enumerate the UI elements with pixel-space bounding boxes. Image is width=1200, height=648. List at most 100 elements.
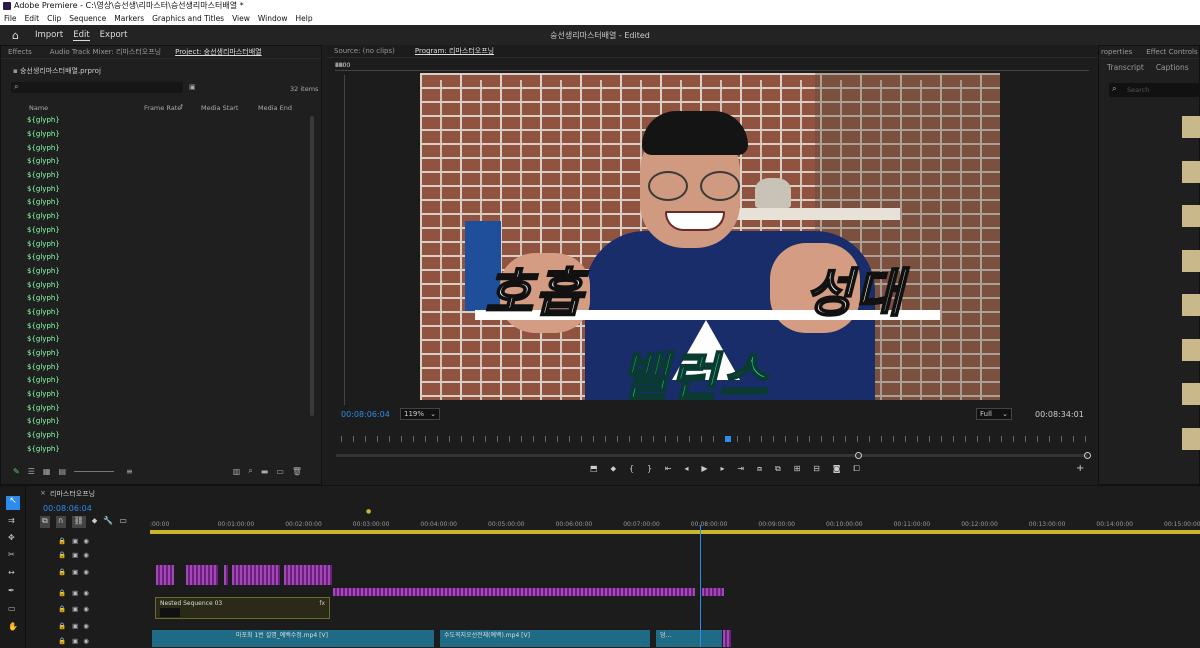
- eye-icon[interactable]: ◉: [83, 551, 89, 559]
- v5-clip[interactable]: [156, 565, 174, 585]
- project-item-row[interactable]: ${glyph}: [8, 169, 308, 183]
- track-select-icon[interactable]: ⇉: [8, 516, 15, 525]
- find-icon[interactable]: ⌕: [248, 466, 252, 476]
- scroll-handle-right[interactable]: [1084, 452, 1091, 459]
- list-view-icon[interactable]: ☰: [28, 467, 35, 476]
- sync-lock-icon[interactable]: ▣: [72, 551, 78, 559]
- marker-icon[interactable]: ●: [366, 508, 371, 515]
- menu-sequence[interactable]: Sequence: [69, 12, 106, 25]
- track-header-v1[interactable]: 🔒 ▣ ◉: [40, 634, 150, 647]
- new-bin-footer-icon[interactable]: ▬: [261, 467, 269, 476]
- caption-entry[interactable]: [1110, 383, 1200, 419]
- pen-icon[interactable]: ✒: [8, 586, 15, 595]
- go-to-in-icon[interactable]: ⇤: [665, 464, 672, 474]
- label-color-swatch[interactable]: [15, 377, 22, 384]
- v5-clip[interactable]: [186, 565, 218, 585]
- timeline-tab[interactable]: 리마스터오프닝: [50, 489, 95, 499]
- track-header-c2[interactable]: 🔒 ▣ ◉: [40, 534, 150, 547]
- project-item-row[interactable]: ${glyph}: [8, 237, 308, 251]
- track-header-v4[interactable]: 🔒 ▣ ◉: [40, 586, 150, 599]
- label-color-swatch[interactable]: [15, 364, 22, 371]
- v4-clip[interactable]: [702, 588, 724, 596]
- step-forward-icon[interactable]: ▸: [720, 464, 724, 474]
- project-item-row[interactable]: ${glyph}: [8, 415, 308, 429]
- v1-clip-1[interactable]: 마포최 1번 설명_예백수정.mp4 [V]: [152, 630, 434, 647]
- captions-icon[interactable]: ▭: [119, 516, 127, 528]
- overwrite-icon[interactable]: ⧉: [775, 464, 781, 474]
- label-color-swatch[interactable]: [15, 418, 22, 425]
- tab-project[interactable]: Project: 숭선생리마스터배열: [175, 47, 262, 57]
- project-item-row[interactable]: ${glyph}: [8, 360, 308, 374]
- mini-playhead[interactable]: [725, 436, 731, 442]
- project-item-row[interactable]: ${glyph}: [8, 265, 308, 279]
- zoom-slider[interactable]: [74, 470, 114, 472]
- program-video-frame[interactable]: 호흡 성대 밸런스: [420, 73, 1000, 400]
- sort-icon[interactable]: ≡: [126, 467, 133, 476]
- new-bin-icon[interactable]: ▣: [189, 83, 196, 91]
- v4-clip-strip[interactable]: [333, 588, 695, 596]
- step-back-icon[interactable]: ◂: [685, 464, 689, 474]
- automate-icon[interactable]: ▥: [233, 467, 241, 476]
- caption-entry[interactable]: [1110, 160, 1200, 197]
- linked-selection-icon[interactable]: ⛓: [71, 516, 86, 528]
- v1-clip-2[interactable]: 수도꼭지오선전체(예백).mp4 [V]: [440, 630, 650, 647]
- sync-lock-icon[interactable]: ▣: [72, 589, 78, 597]
- caption-entry[interactable]: [1110, 338, 1200, 375]
- ripple-edit-icon[interactable]: ✥: [8, 533, 15, 542]
- label-color-swatch[interactable]: [15, 172, 22, 179]
- v1-clip-3[interactable]: 덤...: [656, 630, 722, 647]
- work-area-bar[interactable]: [150, 530, 1200, 534]
- menu-file[interactable]: File: [4, 12, 17, 25]
- new-item-icon[interactable]: ▭: [276, 467, 284, 476]
- project-item-row[interactable]: ${glyph}: [8, 319, 308, 333]
- project-item-row[interactable]: ${glyph}: [8, 443, 308, 457]
- label-color-swatch[interactable]: [15, 158, 22, 165]
- resolution-select[interactable]: Full ⌄: [976, 408, 1012, 420]
- project-item-row[interactable]: ${glyph}: [8, 306, 308, 320]
- label-color-swatch[interactable]: [15, 199, 22, 206]
- project-item-row[interactable]: ${glyph}: [8, 388, 308, 402]
- menu-clip[interactable]: Clip: [47, 12, 61, 25]
- eye-icon[interactable]: ◉: [83, 589, 89, 597]
- nested-sequence-clip[interactable]: Nested Sequence 03 fx: [155, 597, 330, 619]
- mark-out-icon[interactable]: }: [647, 464, 652, 474]
- label-color-swatch[interactable]: [15, 323, 22, 330]
- lock-icon[interactable]: 🔒: [58, 589, 66, 597]
- project-item-row[interactable]: ${glyph}: [8, 128, 308, 142]
- caption-entry[interactable]: [1110, 205, 1200, 241]
- label-color-swatch[interactable]: [15, 227, 22, 234]
- label-color-swatch[interactable]: [15, 405, 22, 412]
- v5-clip[interactable]: [224, 565, 228, 585]
- close-icon[interactable]: ×: [40, 489, 46, 497]
- razor-icon[interactable]: ✂: [8, 550, 15, 559]
- eye-icon[interactable]: ◉: [83, 537, 89, 545]
- tab-captions[interactable]: Captions: [1156, 63, 1189, 72]
- lock-icon[interactable]: 🔒: [58, 622, 66, 630]
- go-to-out-icon[interactable]: ⇥: [737, 464, 744, 474]
- trash-icon[interactable]: 🗑: [292, 467, 302, 476]
- sync-lock-icon[interactable]: ▣: [72, 637, 78, 645]
- label-color-swatch[interactable]: [15, 446, 22, 453]
- label-color-swatch[interactable]: [15, 268, 22, 275]
- eye-icon[interactable]: ◉: [83, 637, 89, 645]
- home-icon[interactable]: ⌂: [12, 29, 19, 42]
- tab-program[interactable]: Program: 리마스터오프닝: [415, 46, 494, 56]
- tab-export[interactable]: Export: [100, 30, 128, 40]
- project-item-row[interactable]: ${glyph}: [8, 182, 308, 196]
- project-item-row[interactable]: ${glyph}: [8, 155, 308, 169]
- tab-properties[interactable]: roperties: [1101, 48, 1132, 56]
- caption-entry[interactable]: [1110, 249, 1200, 286]
- lock-icon[interactable]: 🔒: [58, 637, 66, 645]
- project-scrollbar[interactable]: [310, 116, 314, 416]
- v5-clip[interactable]: [232, 565, 280, 585]
- mini-timeline-ruler[interactable]: [341, 436, 1093, 442]
- project-item-row[interactable]: ${glyph}: [8, 251, 308, 265]
- col-media-end[interactable]: Media End: [258, 104, 292, 112]
- project-item-row[interactable]: ${glyph}: [8, 114, 308, 128]
- tab-edit[interactable]: Edit: [73, 30, 90, 41]
- camera-icon[interactable]: ◙: [833, 464, 841, 474]
- label-color-swatch[interactable]: [15, 336, 22, 343]
- col-frame-rate[interactable]: Frame Rate: [144, 104, 181, 112]
- label-color-swatch[interactable]: [15, 432, 22, 439]
- tab-import[interactable]: Import: [35, 30, 63, 40]
